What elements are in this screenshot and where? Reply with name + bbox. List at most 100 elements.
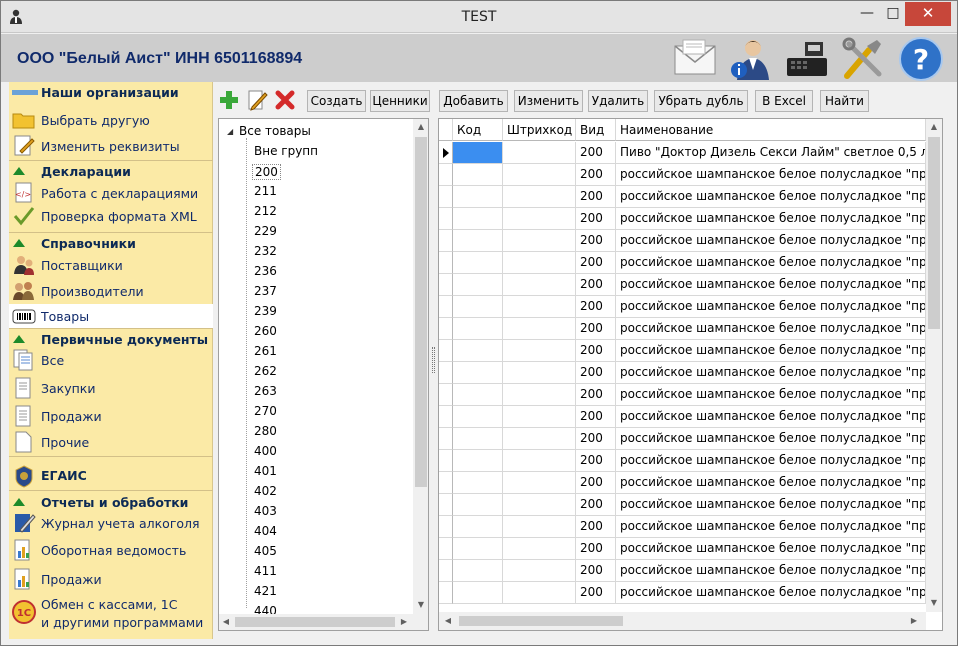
section-reports[interactable]: Отчеты и обработки [9,493,213,513]
cell-name[interactable]: российское шампанское белое полусладкое … [616,296,926,318]
sidebar-item-suppliers[interactable]: Поставщики [9,253,213,277]
cell-code[interactable] [453,406,503,428]
cell-kind[interactable]: 200 [576,230,616,252]
tree-hscroll-thumb[interactable] [235,617,395,627]
cell-kind[interactable]: 200 [576,428,616,450]
cell-name[interactable]: российское шампанское белое полусладкое … [616,428,926,450]
cell-name[interactable]: российское шампанское белое полусладкое … [616,516,926,538]
cell-barcode[interactable] [503,384,576,406]
section-egais[interactable]: ЕГАИС [9,462,213,490]
row-header[interactable] [439,538,453,560]
cell-kind[interactable]: 200 [576,516,616,538]
cell-code[interactable] [453,538,503,560]
row-header[interactable] [439,428,453,450]
cell-name[interactable]: российское шампанское белое полусладкое … [616,538,926,560]
close-button[interactable]: ✕ [905,2,951,26]
cell-name[interactable]: российское шампанское белое полусладкое … [616,208,926,230]
row-header[interactable] [439,450,453,472]
sidebar-item-work-declarations[interactable]: </> Работа с декларациями [9,181,213,205]
cell-name[interactable]: российское шампанское белое полусладкое … [616,384,926,406]
row-header[interactable] [439,296,453,318]
cell-name[interactable]: российское шампанское белое полусладкое … [616,252,926,274]
delete-button[interactable]: Удалить [588,90,648,112]
scroll-up-icon[interactable]: ▲ [415,121,427,133]
cell-code[interactable] [453,186,503,208]
cell-kind[interactable]: 200 [576,450,616,472]
cell-code[interactable] [453,582,503,604]
cell-kind[interactable]: 200 [576,472,616,494]
maximize-button[interactable]: □ [881,2,905,26]
sidebar-item-edit-details[interactable]: Изменить реквизиты [9,134,213,158]
section-declarations[interactable]: Декларации [9,162,213,182]
sidebar-item-sales[interactable]: Продажи [9,404,213,428]
cell-barcode[interactable] [503,428,576,450]
create-button[interactable]: Создать [307,90,366,112]
cell-code[interactable] [453,296,503,318]
cell-kind[interactable]: 200 [576,186,616,208]
cell-barcode[interactable] [503,296,576,318]
cell-kind[interactable]: 200 [576,274,616,296]
grid-vertical-scrollbar[interactable]: ▲ ▼ [926,119,942,612]
row-header[interactable] [439,164,453,186]
cell-code[interactable] [453,362,503,384]
row-header[interactable] [439,274,453,296]
cell-barcode[interactable] [503,208,576,230]
sidebar-item-turnover-sheet[interactable]: Оборотная ведомость [9,538,213,562]
cell-code[interactable] [453,472,503,494]
grid-horizontal-scrollbar[interactable]: ◀ ▶ [439,612,926,630]
help-icon[interactable]: ? [897,36,945,82]
expand-triangle-icon[interactable]: ◢ [227,127,233,136]
cell-barcode[interactable] [503,142,576,164]
cell-code[interactable] [453,230,503,252]
scroll-down-icon[interactable]: ▼ [928,597,940,609]
cell-barcode[interactable] [503,494,576,516]
cell-name[interactable]: российское шампанское белое полусладкое … [616,186,926,208]
cell-kind[interactable]: 200 [576,340,616,362]
find-button[interactable]: Найти [820,90,869,112]
row-header[interactable] [439,252,453,274]
cell-code[interactable] [453,164,503,186]
cell-barcode[interactable] [503,252,576,274]
edit-pencil-icon[interactable] [246,89,268,111]
sidebar-item-manufacturers[interactable]: Производители [9,279,213,303]
row-header[interactable] [439,362,453,384]
delete-icon[interactable] [274,89,296,111]
sidebar-item-check-xml[interactable]: Проверка формата XML [9,204,213,228]
row-header[interactable] [439,186,453,208]
tree-vertical-scrollbar[interactable]: ▲ ▼ [413,119,428,630]
cell-name[interactable]: российское шампанское белое полусладкое … [616,340,926,362]
cell-kind[interactable]: 200 [576,142,616,164]
scroll-left-icon[interactable]: ◀ [221,616,231,628]
cell-code[interactable] [453,450,503,472]
cell-kind[interactable]: 200 [576,406,616,428]
cell-kind[interactable]: 200 [576,582,616,604]
cell-kind[interactable]: 200 [576,296,616,318]
tree-horizontal-scrollbar[interactable]: ◀ ▶ [219,614,413,630]
title-bar[interactable]: TEST — □ ✕ [1,1,957,33]
cell-code[interactable] [453,516,503,538]
sidebar-item-all-docs[interactable]: Все [9,348,213,372]
cell-name[interactable]: российское шампанское белое полусладкое … [616,274,926,296]
cell-kind[interactable]: 200 [576,362,616,384]
price-tags-button[interactable]: Ценники [370,90,430,112]
row-header[interactable] [439,472,453,494]
column-header-name[interactable]: Наименование [616,119,926,141]
cell-code[interactable] [453,560,503,582]
cell-name[interactable]: российское шампанское белое полусладкое … [616,164,926,186]
cell-barcode[interactable] [503,450,576,472]
column-header-code[interactable]: Код [453,119,503,141]
cell-barcode[interactable] [503,186,576,208]
export-excel-button[interactable]: В Excel [755,90,813,112]
cell-barcode[interactable] [503,560,576,582]
cell-code[interactable] [453,252,503,274]
scroll-up-icon[interactable]: ▲ [928,121,940,133]
cell-name[interactable]: российское шампанское белое полусладкое … [616,318,926,340]
row-header[interactable] [439,406,453,428]
cell-barcode[interactable] [503,538,576,560]
cell-code[interactable] [453,318,503,340]
user-info-icon[interactable] [727,36,775,82]
mail-icon[interactable] [671,36,719,82]
cell-kind[interactable]: 200 [576,494,616,516]
cell-barcode[interactable] [503,274,576,296]
groups-tree[interactable]: ◢ Все товары Вне групп 200 211 212 229 232 236… [218,118,429,631]
